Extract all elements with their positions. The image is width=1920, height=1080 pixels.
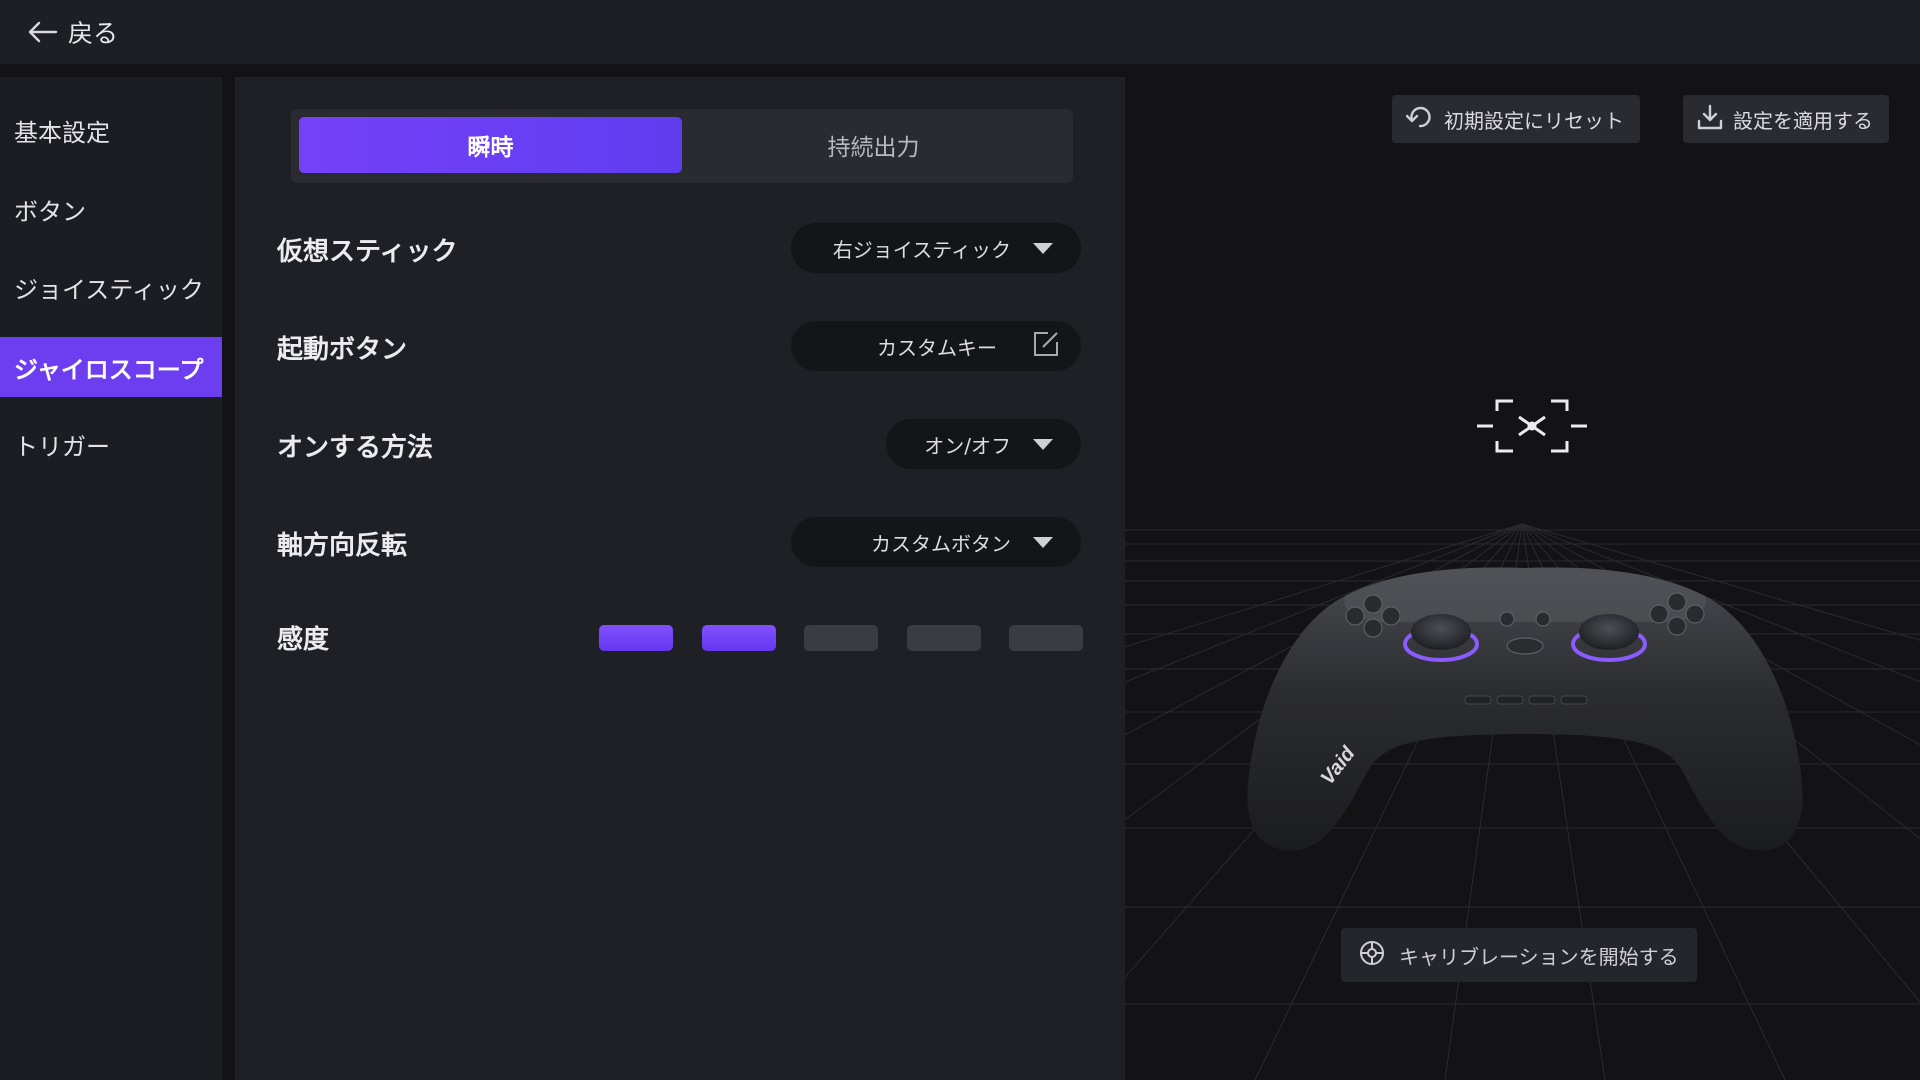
back-label: 戻る: [68, 19, 119, 48]
virtual-stick-value: 右ジョイスティック: [832, 237, 1011, 262]
sidebar: 基本設定 ボタン ジョイスティック ジャイロスコープ トリガー: [0, 77, 222, 1080]
tab-continuous-output[interactable]: 持続出力: [682, 117, 1065, 173]
sensitivity-level-3[interactable]: [804, 625, 878, 651]
sidebar-item-label: トリガー: [14, 432, 110, 461]
apply-label: 設定を適用する: [1733, 108, 1873, 133]
sensitivity-label: 感度: [277, 625, 330, 655]
sensitivity-level-1[interactable]: [599, 625, 673, 651]
sidebar-item-buttons[interactable]: ボタン: [0, 179, 222, 239]
sidebar-item-joystick[interactable]: ジョイスティック: [0, 257, 222, 317]
calibration-icon: [1359, 940, 1385, 971]
sidebar-item-label: ジョイスティック: [14, 275, 204, 304]
on-method-value: オン/オフ: [924, 433, 1011, 458]
back-button[interactable]: 戻る: [20, 10, 124, 54]
reset-defaults-button[interactable]: 初期設定にリセット: [1392, 95, 1640, 143]
sidebar-item-basic-settings[interactable]: 基本設定: [0, 100, 222, 160]
sidebar-item-trigger[interactable]: トリガー: [0, 414, 222, 474]
calibration-label: キャリブレーションを開始する: [1399, 944, 1679, 969]
controller-illustration: Vaid: [1247, 567, 1803, 851]
edit-icon[interactable]: [1033, 331, 1059, 362]
controller-preview: 初期設定にリセット 設定を適用する Vaid キャリブレーションを開始する: [1125, 64, 1920, 1080]
apply-settings-button[interactable]: 設定を適用する: [1683, 95, 1889, 143]
sensitivity-level-5[interactable]: [1009, 625, 1083, 651]
gyroscope-settings-panel: 瞬時 持続出力 仮想スティック 右ジョイスティック 起動ボタン カスタムキー オ…: [235, 77, 1125, 1080]
reset-icon: [1405, 104, 1434, 135]
axis-invert-value: カスタムボタン: [871, 531, 1011, 556]
axis-invert-dropdown[interactable]: カスタムボタン: [791, 517, 1081, 567]
dropdown-caret-icon: [1033, 536, 1053, 548]
back-arrow-icon: [26, 20, 58, 44]
activation-button-field[interactable]: カスタムキー: [791, 321, 1081, 371]
sidebar-item-label: ボタン: [14, 197, 86, 226]
sidebar-item-label: ジャイロスコープ: [14, 355, 204, 384]
sidebar-item-gyroscope[interactable]: ジャイロスコープ: [0, 337, 222, 397]
mode-tabs: 瞬時 持続出力: [291, 109, 1073, 183]
tab-label: 持続出力: [827, 135, 920, 161]
activation-button-value: カスタムキー: [877, 335, 997, 360]
virtual-stick-label: 仮想スティック: [277, 237, 458, 267]
activation-button-label: 起動ボタン: [277, 335, 408, 365]
sidebar-item-label: 基本設定: [14, 118, 110, 147]
sensitivity-level-2[interactable]: [702, 625, 776, 651]
on-method-dropdown[interactable]: オン/オフ: [886, 419, 1081, 469]
tab-label: 瞬時: [467, 135, 514, 161]
gyro-target-icon: [1477, 399, 1587, 453]
virtual-stick-dropdown[interactable]: 右ジョイスティック: [791, 223, 1081, 273]
axis-invert-label: 軸方向反転: [277, 531, 408, 561]
dropdown-caret-icon: [1033, 242, 1053, 254]
download-icon: [1697, 104, 1723, 135]
on-method-label: オンする方法: [277, 433, 434, 463]
start-calibration-button[interactable]: キャリブレーションを開始する: [1341, 928, 1697, 982]
top-bar: 戻る: [0, 0, 1920, 64]
tab-instant[interactable]: 瞬時: [299, 117, 682, 173]
dropdown-caret-icon: [1033, 438, 1053, 450]
sensitivity-level-4[interactable]: [907, 625, 981, 651]
reset-label: 初期設定にリセット: [1444, 108, 1624, 133]
